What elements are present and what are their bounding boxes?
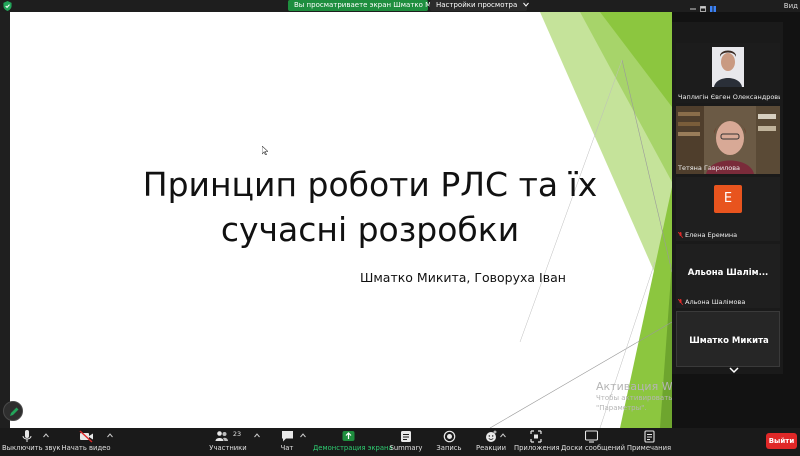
watermark-title: Активация Windows [596,380,672,393]
record-icon [443,430,455,443]
participants-button[interactable]: 23 Участники [206,430,250,456]
slide-title-line-1: Принцип роботи РЛС та їх [142,165,598,204]
pencil-icon [10,407,19,416]
whiteboard-icon [584,430,598,443]
chat-icon [281,431,293,442]
shield-icon [3,1,12,11]
participants-label: Участники [209,444,247,452]
share-screen-button[interactable]: Демонстрация экрана [313,430,393,456]
participants-icon [215,431,228,441]
windows-activation-watermark: Активация Windows Чтобы активировать Win… [596,380,672,413]
gallery-view-icon[interactable] [710,6,716,12]
participant-tile[interactable]: Тетяна Гаврилова [676,106,780,174]
viewing-screen-banner: Вы просматриваете экран Шматко Микита [288,0,453,11]
top-banner: Вы просматриваете экран Шматко Микита На… [0,0,800,12]
participants-count: 23 [232,430,242,438]
video-options-caret-icon[interactable] [107,433,113,438]
start-video-button[interactable]: Начать видео [60,430,112,456]
record-button[interactable]: Запись [432,430,466,456]
record-label: Запись [436,444,462,452]
reactions-options-caret-icon[interactable] [500,433,506,438]
watermark-line-1: Чтобы активировать Windows, перейдите в … [596,394,672,402]
apps-icon [530,430,542,443]
notes-button[interactable]: Примечания [626,430,672,456]
microphone-icon [22,430,32,442]
annotate-button[interactable] [3,401,23,421]
participant-avatar: E [714,185,742,213]
whiteboards-label: Доски сообщений [561,444,625,452]
notes-label: Примечания [626,444,672,452]
notes-icon [643,430,655,443]
participant-name: Тетяна Гаврилова [678,164,741,172]
mic-muted-icon [678,299,683,305]
participant-display-name: Альона Шалім... [687,268,769,278]
apps-label: Приложения [514,444,560,452]
summary-button[interactable]: Summary [388,430,424,456]
chat-label: Чат [280,444,294,452]
view-settings-label: Настройки просмотра [436,1,518,9]
share-screen-icon [342,431,354,441]
strip-view-icon[interactable] [700,6,706,12]
slide-title: Принцип роботи РЛС та їх сучасні розробк… [130,162,610,252]
participant-name-row: Альона Шалімова [678,298,745,306]
participant-tile[interactable]: E Елена Еремина [676,177,780,241]
view-settings-button[interactable]: Настройки просмотра [430,0,529,11]
participant-display-name: Шматко Микита [689,336,769,346]
zoom-window: Вы просматриваете экран Шматко Микита На… [0,0,800,456]
chat-button[interactable]: Чат [272,430,302,456]
share-screen-label: Демонстрация экрана [313,444,393,452]
participant-tile-active[interactable]: Шматко Микита [676,311,780,367]
participant-name: Альона Шалімова [685,298,746,306]
whiteboards-button[interactable]: Доски сообщений [561,430,625,456]
video-off-icon [79,430,93,443]
leave-meeting-button[interactable]: Выйти [766,433,797,449]
watermark-line-2: "Параметры". [596,404,647,412]
mic-muted-icon [678,232,683,238]
participant-name: Елена Еремина [685,231,738,239]
mouse-cursor-icon [262,146,268,155]
summary-icon [401,431,411,442]
chat-options-caret-icon[interactable] [300,433,306,438]
participant-tile[interactable]: Чаплигін Євген Олександрович [676,43,780,103]
participant-tile[interactable]: Альона Шалім... Альона Шалімова [676,244,780,308]
view-button[interactable]: Вид [784,2,798,10]
summary-label: Summary [389,444,423,452]
participant-name: Чаплигін Євген Олександрович [678,93,780,101]
reactions-label: Реакции [475,444,506,452]
chevron-down-icon [522,2,529,7]
start-video-label: Начать видео [61,444,111,452]
minimize-icon[interactable] [690,6,696,12]
participants-options-caret-icon[interactable] [254,433,260,438]
mute-options-caret-icon[interactable] [43,433,49,438]
mute-label: Выключить звук [2,444,61,452]
apps-button[interactable]: Приложения [514,430,560,456]
reactions-icon [485,430,496,442]
shared-screen: Принцип роботи РЛС та їх сучасні розробк… [0,12,672,428]
participant-name-row: Елена Еремина [678,231,737,239]
meeting-toolbar: Выключить звук Начать видео 23 Участники… [0,428,800,456]
slide-title-line-2: сучасні розробки [220,210,520,249]
slide-left-edge [0,12,10,428]
participants-icon-row: 23 [206,430,250,443]
avatar-initial: E [723,191,733,206]
slide-authors: Шматко Микита, Говоруха Іван [360,270,566,285]
scroll-down-icon[interactable] [729,366,739,374]
